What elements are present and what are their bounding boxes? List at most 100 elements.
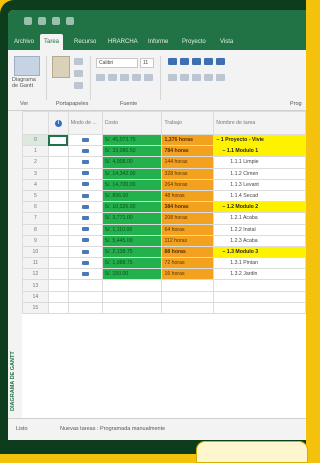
cost-cell[interactable]	[101, 301, 163, 315]
cost-cell[interactable]: S/. 3,771.00	[101, 212, 163, 225]
select-all-corner[interactable]	[22, 111, 49, 135]
info-cell[interactable]	[47, 234, 69, 247]
row-number[interactable]: 3	[22, 167, 49, 180]
table-row[interactable]: 13	[22, 279, 306, 292]
row-number[interactable]: 9	[22, 234, 49, 247]
row-number[interactable]: 5	[22, 189, 49, 203]
mode-cell[interactable]	[67, 301, 103, 315]
mode-cell[interactable]	[67, 178, 103, 191]
task-name-cell[interactable]: − 1.1 Modulo 1	[213, 145, 306, 158]
work-cell[interactable]: 208 horas	[161, 212, 215, 225]
column-header-work[interactable]: Trabajo	[161, 111, 215, 135]
task-name-cell[interactable]: − 1.3 Modulo 3	[213, 245, 306, 259]
task-name-cell[interactable]: − 1.2 Modulo 2	[213, 201, 306, 214]
cost-cell[interactable]: S/. 896.00	[101, 189, 163, 203]
task-name-cell[interactable]: 1.1.1 Limpie	[213, 156, 306, 169]
mode-cell[interactable]	[67, 290, 103, 303]
italic-icon[interactable]	[108, 74, 117, 81]
table-row[interactable]: 3 S/. 14,342.00 328 horas 1.1.2 Cimen	[22, 167, 306, 180]
fill-color-icon[interactable]	[132, 74, 141, 81]
work-cell[interactable]	[161, 290, 215, 303]
task-name-cell[interactable]: 1.3.2 Jardin	[213, 268, 306, 281]
mode-cell[interactable]	[67, 133, 103, 147]
table-row[interactable]: 5 S/. 896.00 48 horas 1.1.4 Secad	[22, 189, 306, 203]
font-name-box[interactable]: Calibri	[96, 58, 138, 68]
row-number[interactable]: 14	[22, 290, 49, 303]
tab-informe[interactable]: Informe	[148, 34, 168, 50]
info-cell[interactable]	[47, 156, 69, 169]
tab-tarea[interactable]: Tarea	[40, 34, 64, 50]
mode-cell[interactable]	[67, 245, 103, 259]
row-number[interactable]: 10	[22, 245, 49, 259]
row-number[interactable]: 4	[22, 178, 49, 191]
cost-cell[interactable]: S/. 5,445.00	[101, 234, 163, 247]
indent-icon[interactable]	[168, 74, 177, 81]
table-row[interactable]: 4 S/. 14,700.00 264 horas 1.1.3 Levant	[22, 178, 306, 191]
work-cell[interactable]	[161, 279, 215, 292]
table-row[interactable]: 8 S/. 1,110.00 64 horas 1.2.2 Instal	[22, 223, 306, 236]
mode-cell[interactable]	[67, 268, 103, 281]
info-cell[interactable]	[47, 201, 69, 214]
task-name-cell[interactable]	[213, 279, 306, 292]
mode-cell[interactable]	[67, 189, 103, 203]
task-name-cell[interactable]: − 1 Proyecto - Vivie	[213, 133, 306, 147]
work-cell[interactable]: 48 horas	[161, 189, 215, 203]
cost-cell[interactable]: S/. 1,110.00	[101, 223, 163, 236]
info-cell[interactable]	[47, 145, 69, 158]
work-cell[interactable]: 72 horas	[161, 257, 215, 270]
work-cell[interactable]: 88 horas	[161, 245, 215, 259]
tab-hrarcha[interactable]: HRARCHA	[108, 34, 138, 50]
info-cell[interactable]	[47, 279, 69, 292]
work-cell[interactable]: 144 horas	[161, 156, 215, 169]
work-cell[interactable]: 264 horas	[161, 178, 215, 191]
percent-25-icon[interactable]	[180, 58, 189, 65]
info-cell[interactable]	[47, 245, 69, 259]
save-icon[interactable]	[24, 17, 32, 25]
mode-cell[interactable]	[67, 145, 103, 158]
cost-cell[interactable]: S/. 14,342.00	[101, 167, 163, 180]
work-cell[interactable]: 784 horas	[161, 145, 215, 158]
task-name-cell[interactable]: 1.2.1 Acaba	[213, 212, 306, 225]
cost-cell[interactable]: S/. 150.00	[101, 268, 163, 281]
cost-cell[interactable]: S/. 33,086.50	[101, 145, 163, 158]
mode-cell[interactable]	[67, 212, 103, 225]
column-header-info[interactable]: i	[47, 111, 69, 135]
cut-icon[interactable]	[74, 58, 83, 65]
table-row[interactable]: 12 S/. 150.00 16 horas 1.3.2 Jardin	[22, 268, 306, 281]
info-cell[interactable]	[47, 212, 69, 225]
tab-vista[interactable]: Vista	[220, 34, 233, 50]
tab-proyecto[interactable]: Proyecto	[182, 34, 206, 50]
task-name-cell[interactable]: 1.1.2 Cimen	[213, 167, 306, 180]
info-cell[interactable]	[47, 167, 69, 180]
underline-icon[interactable]	[120, 74, 129, 81]
status-new-tasks[interactable]: Nuevas tareas : Programada manualmente	[60, 426, 165, 432]
task-name-cell[interactable]	[213, 301, 306, 315]
table-row[interactable]: 0 S/. 45,073.75 1,376 horas − 1 Proyecto - …	[22, 133, 306, 147]
row-number[interactable]: 15	[22, 301, 49, 315]
cost-cell[interactable]	[101, 279, 163, 292]
bold-icon[interactable]	[96, 74, 105, 81]
work-cell[interactable]: 1,376 horas	[161, 133, 215, 147]
row-number[interactable]: 8	[22, 223, 49, 236]
cost-cell[interactable]: S/. 14,700.00	[101, 178, 163, 191]
row-number[interactable]: 0	[22, 133, 49, 147]
work-cell[interactable]: 64 horas	[161, 223, 215, 236]
cost-cell[interactable]	[101, 290, 163, 303]
font-size-box[interactable]: 11	[140, 58, 154, 68]
work-cell[interactable]: 16 horas	[161, 268, 215, 281]
task-name-cell[interactable]: 1.3.1 Pintan	[213, 257, 306, 270]
task-name-cell[interactable]: 1.1.3 Levant	[213, 178, 306, 191]
percent-100-icon[interactable]	[216, 58, 225, 65]
gantt-button-label[interactable]: Diagrama de Gantt	[12, 77, 42, 89]
column-header-task-name[interactable]: Nombre de tarea	[213, 111, 306, 135]
work-cell[interactable]: 328 horas	[161, 167, 215, 180]
table-row[interactable]: 1 S/. 33,086.50 784 horas − 1.1 Modulo 1	[22, 145, 306, 158]
info-cell[interactable]	[47, 268, 69, 281]
info-cell[interactable]	[47, 133, 69, 147]
undo-icon[interactable]	[38, 17, 46, 25]
cost-cell[interactable]: S/. 1,988.75	[101, 257, 163, 270]
row-number[interactable]: 11	[22, 257, 49, 270]
mode-cell[interactable]	[67, 223, 103, 236]
table-row[interactable]: 6 S/. 10,326.00 384 horas − 1.2 Modulo 2	[22, 201, 306, 214]
column-header-cost[interactable]: Costo	[101, 111, 163, 135]
